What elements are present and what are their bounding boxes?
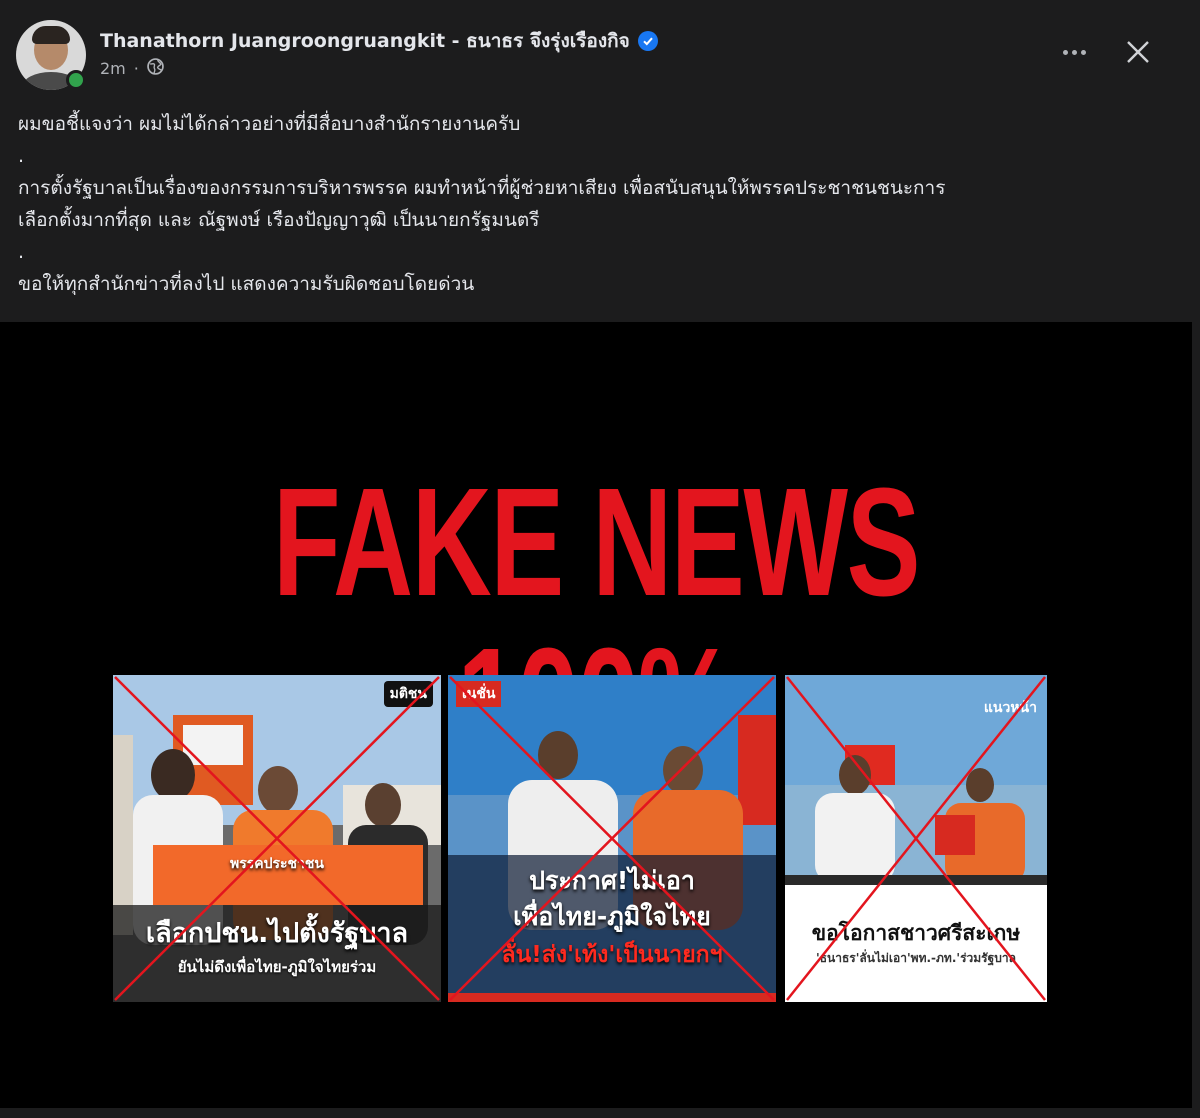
post-timestamp[interactable]: 2m [100,59,126,78]
news-thumbnail-1: มติชน พรรคประชาชน เลือกปชน.ไปตั้งรัฐบาล … [113,675,441,1002]
post-text: ผมขอชี้แจงว่า ผมไม่ได้กล่าวอย่างที่มีสื่… [18,108,1178,300]
more-options-icon [1062,49,1068,55]
thumbnail-headline-line1: ประกาศ!ไม่เอา [529,866,695,895]
news-logo: เนชั่น [456,681,502,707]
close-button[interactable] [1118,32,1158,72]
thumbnail-headline-line2: เพื่อไทย-ภูมิใจไทย [513,902,711,931]
post-line: ผมขอชี้แจงว่า ผมไม่ได้กล่าวอย่างที่มีสื่… [18,113,521,135]
thumbnail-headline: เลือกปชน.ไปตั้งรัฐบาล [145,918,409,949]
close-icon [1127,41,1149,63]
thumbnail-headline: ขอโอกาสชาวศรีสะเกษ [811,921,1021,945]
news-logo: แนวหน้า [983,700,1037,716]
meta-separator: · [133,59,139,78]
news-logo: มติชน [383,681,433,707]
globe-icon[interactable] [147,58,164,79]
author-name-label[interactable]: Thanathorn Juangroongruangkit - ธนาธร จึ… [100,26,630,56]
news-thumbnail-3: แนวหน้า ขอโอกาสชาวศรีสะเกษ 'ธนาธร'ลั่นไม… [785,675,1047,1002]
banner-text: พรรคประชาชน [230,856,324,872]
post-line: การตั้งรัฐบาลเป็นเรื่องของกรรมการบริหารพ… [18,177,946,199]
author-name[interactable]: Thanathorn Juangroongruangkit - ธนาธร จึ… [100,26,658,56]
post-line: เลือกตั้งมากที่สุด และ ณัฐพงษ์ เรืองปัญญ… [18,209,540,231]
thumbnail-subheadline: ยันไม่ดึงเพื่อไทย-ภูมิใจไทยร่วม [177,958,377,976]
post-header: Thanathorn Juangroongruangkit - ธนาธร จึ… [0,0,1200,100]
online-status-indicator [66,70,86,90]
post-meta: 2m · [100,58,164,79]
more-options-button[interactable] [1054,34,1094,70]
thumbnail-headline-line3: ลั่น!ส่ง'เท้ง'เป็นนายกฯ [501,942,723,968]
post-separator: . [18,241,25,263]
post-separator: . [18,145,25,167]
verified-badge-icon [637,31,658,51]
news-thumbnail-2: เนชั่น ประกาศ!ไม่เอา เพื่อไทย-ภูมิใจไทย … [448,675,776,1002]
thumbnail-subheadline: 'ธนาธร'ลั่นไม่เอา'พท.-ภท.'ร่วมรัฐบาล [816,951,1016,965]
post-line: ขอให้ทุกสำนักข่าวที่ลงไป แสดงความรับผิดช… [18,273,475,295]
